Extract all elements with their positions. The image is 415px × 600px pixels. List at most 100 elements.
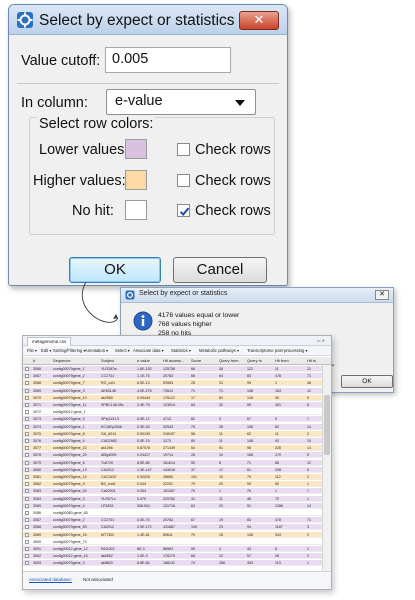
associated-db-link[interactable]: Associated database: xyxy=(29,577,72,582)
table-row[interactable]: 3086 contig00080.gene_65 xyxy=(23,510,322,516)
table-row[interactable]: 3093 contig00079gene_3 ak8820 8.8E-84 188132… xyxy=(23,560,322,567)
column-header[interactable]: Query to xyxy=(247,358,262,363)
menu-item[interactable]: Select ▾ xyxy=(115,348,130,353)
row-checkbox[interactable] xyxy=(25,532,29,537)
menu-item[interactable]: Edit ▾ xyxy=(41,348,51,353)
row-checkbox[interactable] xyxy=(25,511,29,515)
row-checkbox[interactable] xyxy=(25,482,29,487)
table-row[interactable]: 3066 contig00079gene_1 YLR287w 1.6E-152 1257… xyxy=(23,366,322,372)
column-header[interactable]: e-value xyxy=(137,358,150,363)
table-cell: 83 xyxy=(247,518,251,523)
table-cell: 3 xyxy=(219,417,221,422)
table-cell: 82 xyxy=(275,424,279,429)
row-checkbox[interactable] xyxy=(25,424,29,429)
table-row[interactable]: 3079 contig00079gene_6 Tv6720 8.5E-86 161614… xyxy=(23,459,322,466)
table-row[interactable]: 3067 contig00079gene_2 CC2701 1.1E-75 20783 6… xyxy=(23,373,322,380)
row-checkbox[interactable] xyxy=(25,381,29,386)
row-checkbox[interactable] xyxy=(25,518,29,523)
table-row[interactable]: 3076 contig00079gene_4 CAG2982 0.0E-15 1273 8… xyxy=(23,438,322,444)
table-row[interactable]: 3068 contig00079gene_7 RG_col1 6.0E-13 53983… xyxy=(23,380,322,387)
row-checkbox[interactable] xyxy=(25,453,29,458)
vertical-scrollbar[interactable] xyxy=(322,365,331,571)
table-row[interactable]: 3091 contig00012.gene_12 PAG003 8E-3 86563 99… xyxy=(23,546,322,552)
table-row[interactable]: 3077 contig00079gene_22 ak1096 0.87078 27143… xyxy=(23,445,322,452)
table-row[interactable]: 3073 contig00079gene_9 SPsj1131.9 6.0E-12 47… xyxy=(23,416,322,423)
row-checkbox[interactable] xyxy=(25,467,29,472)
column-header[interactable]: Hit from xyxy=(275,358,289,363)
table-row[interactable]: 3090 contig00079gene_73 xyxy=(23,538,322,545)
window-controls-icon[interactable]: ▭ ✕ xyxy=(317,338,325,343)
row-checkbox[interactable] xyxy=(25,475,29,479)
table-cell: 478 xyxy=(275,374,281,379)
menu-item[interactable]: Annotation ▾ xyxy=(85,348,108,353)
table-cell: contig00079gene_8 xyxy=(53,431,85,436)
row-checkbox[interactable] xyxy=(25,561,29,566)
row-checkbox[interactable] xyxy=(25,417,29,422)
row-checkbox[interactable] xyxy=(25,554,29,559)
table-row[interactable]: 3074 contig00079gene_1 EC182y2546 0.3E-53 52… xyxy=(23,423,322,430)
row-checkbox[interactable] xyxy=(25,367,29,371)
table-cell: contig00079gene_2 xyxy=(53,518,85,523)
row-checkbox[interactable] xyxy=(25,446,29,451)
column-header[interactable]: Hit access... xyxy=(163,358,184,363)
menu-item[interactable]: Metabolic pathways ▾ xyxy=(199,348,239,353)
row-checkbox[interactable] xyxy=(25,489,29,494)
table-cell: 1187 xyxy=(275,525,283,530)
table-row[interactable]: 3089 contig00079gene_16 MT7302 1.3E-81 89611… xyxy=(23,531,322,538)
table-row[interactable]: 3088 contig00079gene_83 CA2012 0.0E-172 4316… xyxy=(23,524,322,531)
row-checkbox[interactable] xyxy=(25,539,29,544)
table-cell: 3089 xyxy=(33,532,41,537)
scrollbar-thumb[interactable] xyxy=(324,395,330,455)
menu-item[interactable]: Associate data ▾ xyxy=(133,348,164,353)
row-checkbox[interactable] xyxy=(25,496,29,501)
table-cell: 1273 xyxy=(163,439,171,443)
tab-metagenome[interactable]: metagenome.csv xyxy=(27,337,72,346)
table-row[interactable]: 3069 contig00079gene_3 AK63148 4.0E-275 7351… xyxy=(23,387,322,394)
row-checkbox[interactable] xyxy=(25,374,29,379)
table-row[interactable]: 3075 contig00079gene_8 GA_6014 0.00139 21819… xyxy=(23,430,322,437)
row-checkbox[interactable] xyxy=(25,403,29,407)
table-row[interactable]: 3092 contig00012.gene_16 ak6852 1.0E-3 17627… xyxy=(23,553,322,560)
table-row[interactable]: 3083 contig00079gene_54 Ca02001 0.054 151267… xyxy=(23,488,322,495)
table-row[interactable]: 3081 contig00079gene_14 CAC3437 0.00025 2866… xyxy=(23,474,322,480)
menu-item[interactable]: Statistics ▾ xyxy=(171,348,191,353)
table-row[interactable]: 3072 contig00012.gene_1 xyxy=(23,409,322,416)
row-checkbox[interactable] xyxy=(25,503,29,508)
table-row[interactable]: 3082 contig00079gene_9 BS_cnd1 0.044 22201 79… xyxy=(23,481,322,488)
table-cell: 14 xyxy=(307,424,311,429)
table-cell: 3093 xyxy=(33,561,41,566)
column-header[interactable]: Score xyxy=(191,358,201,363)
table-cell: 70 xyxy=(191,489,195,494)
table-cell: contig00079gene_9 xyxy=(53,482,85,487)
column-header[interactable]: Query from xyxy=(219,358,238,363)
table-row[interactable]: 3087 contig00079gene_2 CC2701 0.0E-75 20783 6… xyxy=(23,517,322,524)
table-row[interactable]: 3078 contig00079gene_20 At5g4009 0.24417 197… xyxy=(23,452,322,459)
row-checkbox[interactable] xyxy=(25,388,29,393)
table-row[interactable]: 3084 contig00079gene_3 YLR07Lc 0.470 229782 3… xyxy=(23,495,322,502)
table-cell: 106 xyxy=(247,424,253,429)
table-cell: 0.24417 xyxy=(137,453,150,458)
row-checkbox[interactable] xyxy=(25,410,29,415)
column-header[interactable]: Sequence xyxy=(53,358,71,363)
menu-item[interactable]: File ▾ xyxy=(27,348,37,353)
column-header[interactable]: Subject xyxy=(101,358,114,363)
menu-item[interactable]: Sorting/Filtering ▾ xyxy=(53,348,86,353)
column-header[interactable]: Hit to xyxy=(307,358,316,363)
table-cell: 46 xyxy=(307,381,311,386)
row-checkbox[interactable] xyxy=(25,431,29,436)
menu-item[interactable]: Transcriptome post-processing ▾ xyxy=(247,348,308,353)
row-checkbox[interactable] xyxy=(25,525,29,530)
row-checkbox[interactable] xyxy=(25,547,29,551)
table-cell: 3075 xyxy=(33,431,41,436)
table-row[interactable]: 3085 contig00079gene_4 LP2833 536.001 131716… xyxy=(23,502,322,509)
table-cell: YLR287w xyxy=(101,367,117,371)
table-cell: 25 xyxy=(191,381,195,386)
table-row[interactable]: 3070 contig00079gene_10 ak2580 0.09444 17512… xyxy=(23,394,322,401)
row-checkbox[interactable] xyxy=(25,460,29,465)
column-header[interactable]: # xyxy=(33,358,35,363)
table-row[interactable]: 3080 contig00079gene_13 CA2012 1.3E-147 1430… xyxy=(23,466,322,473)
table-row[interactable]: 3071 contig00079gene_11 SPBC146.05c 2.4E-75… xyxy=(23,402,322,408)
table-cell: 12 xyxy=(307,460,311,465)
row-checkbox[interactable] xyxy=(25,439,29,443)
row-checkbox[interactable] xyxy=(25,395,29,400)
